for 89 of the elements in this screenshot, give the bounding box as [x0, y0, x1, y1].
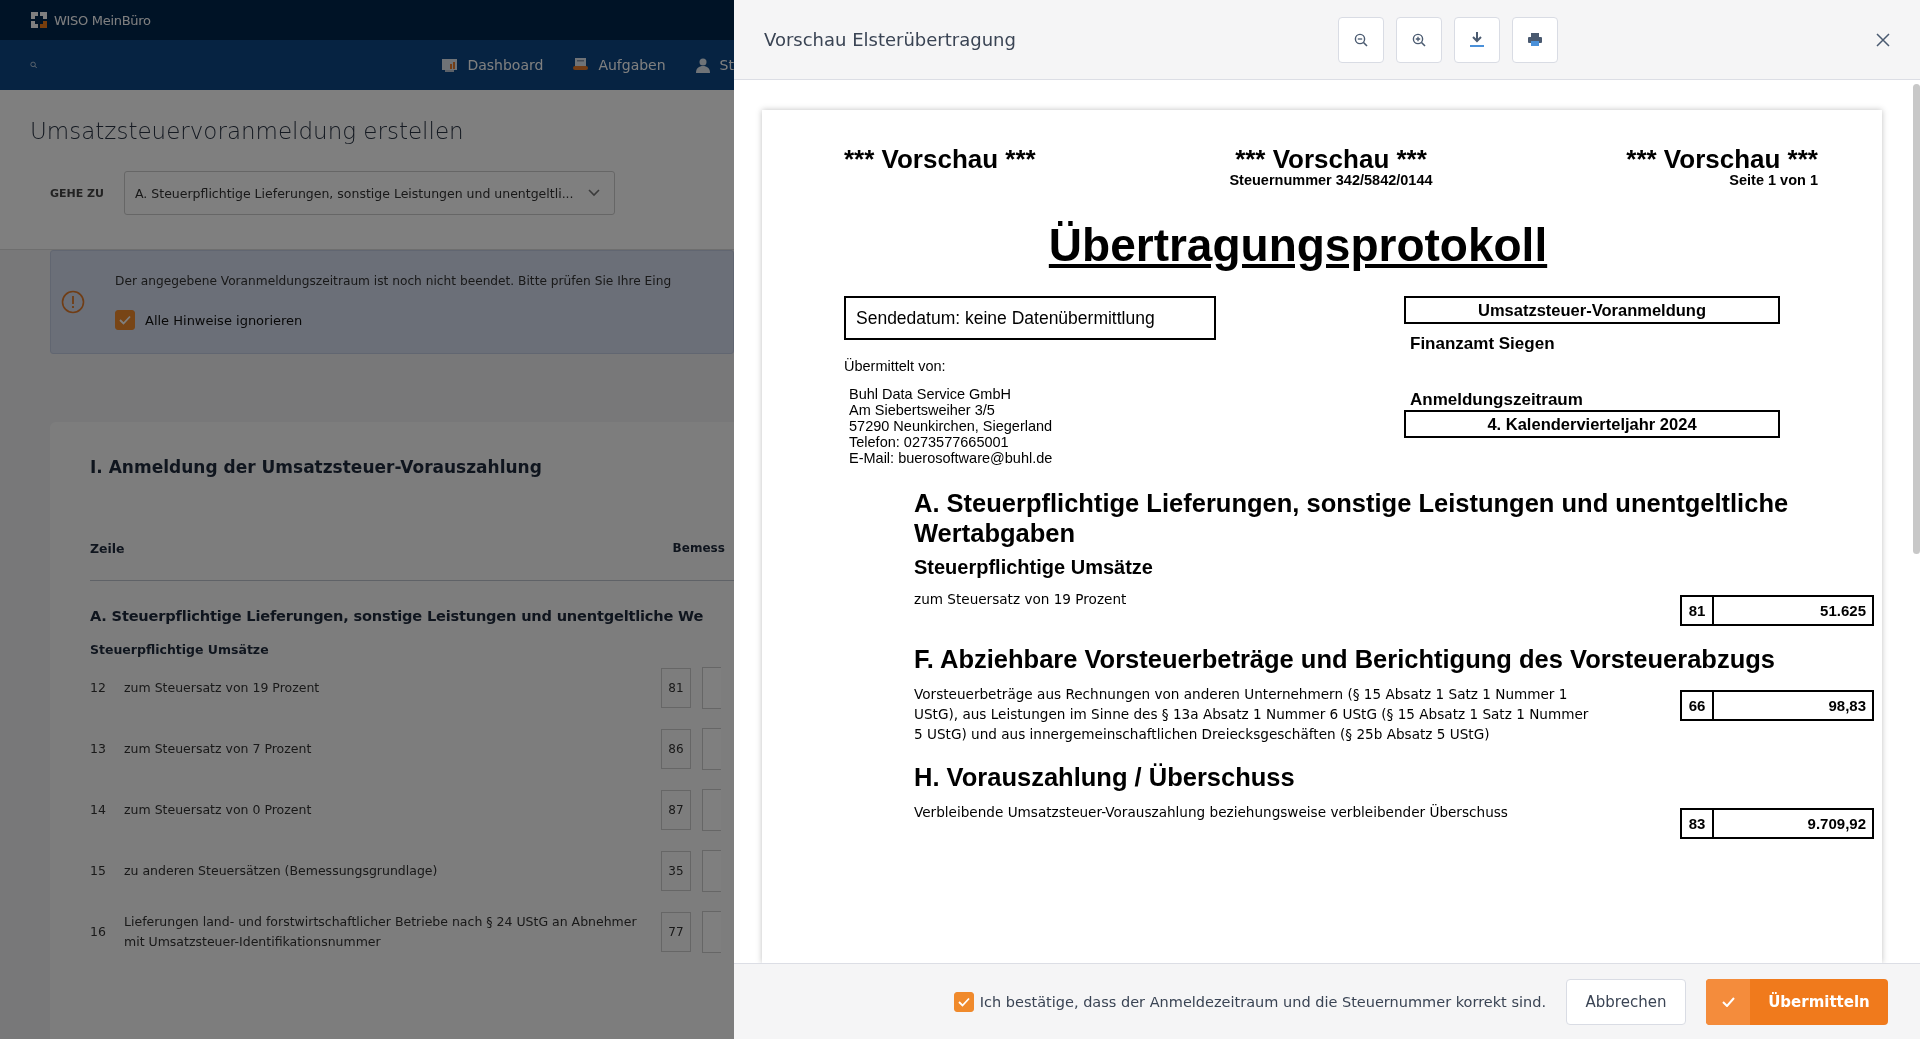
- nav-item[interactable]: Dashboard: [442, 57, 544, 73]
- sender-line: 57290 Neunkirchen, Siegerland: [849, 418, 1054, 434]
- confirm-checkbox[interactable]: [953, 991, 974, 1012]
- drawer-title: Vorschau Elsterübertragung: [764, 29, 1017, 50]
- submit-button[interactable]: Übermitteln: [1706, 978, 1888, 1025]
- line-number: 16: [90, 924, 107, 939]
- checkmark-icon: [119, 315, 131, 325]
- page-title: Umsatzsteuervoranmeldung erstellen: [30, 117, 465, 144]
- subsection-heading: Steuerpflichtige Umsätze: [914, 556, 1154, 579]
- cancel-button[interactable]: Abbrechen: [1566, 978, 1686, 1025]
- column-header: Zeile: [90, 541, 125, 556]
- download-button[interactable]: [1454, 16, 1500, 63]
- ignore-label[interactable]: Alle Hinweise ignorieren: [145, 312, 303, 328]
- line-number: 14: [90, 802, 107, 817]
- close-icon[interactable]: [1876, 32, 1890, 47]
- document-title: Übertragungsprotokoll: [1047, 218, 1549, 272]
- line-number: 12: [90, 680, 107, 695]
- section-heading: F. Abziehbare Vorsteuerbeträge und Berichtigung des Vorsteuerabzugs: [914, 644, 1777, 674]
- section-heading: A. Steuerpflichtige Lieferungen, sonstige Leistungen und unentgeltliche Wertabgaben: [914, 488, 1790, 548]
- zoom-in-button[interactable]: [1396, 16, 1442, 63]
- item-description: Verbleibende Umsatzsteuer-Vorauszahlung beziehungsweise verbleibender Überschuss: [914, 803, 1509, 822]
- amount-cell-text: 51.625: [1819, 601, 1867, 621]
- amount-cell-text: 9.709,92: [1806, 814, 1867, 834]
- line-number: 13: [90, 741, 107, 756]
- item-description: Vorsteuerbeträge aus Rechnungen von anderen Unternehmern (§ 15 Absatz 1 Satz 1 Nummer 1 UStG), aus Leistungen im Sinne des § 13a Absatz 1 Nummer 6 UStG (§ 15 Absatz 1 Satz 1 Nummer 5 UStG) und aus innergemeinschaftlichen Dreiecksgeschäften (§ 25b Absatz 5 UStG): [914, 685, 1590, 744]
- amount-field[interactable]: [702, 910, 721, 953]
- tax-office: Finanzamt Siegen: [1410, 334, 1556, 354]
- code-box: 87: [661, 789, 691, 830]
- amount-field[interactable]: [702, 666, 721, 709]
- checkmark-icon: [957, 996, 970, 1007]
- line-number: 15: [90, 863, 107, 878]
- sender-line: Buhl Data Service GmbH: [849, 386, 1012, 402]
- row-label: zum Steuersatz von 0 Prozent: [124, 800, 313, 819]
- code-box: 81: [661, 667, 691, 708]
- card-heading: I. Anmeldung der Umsatzsteuer-Vorauszahlung: [90, 457, 543, 477]
- column-header: Bemess: [672, 541, 725, 556]
- section-heading: A. Steuerpflichtige Lieferungen, sonstige Leistungen und unentgeltliche We: [90, 607, 705, 624]
- printer-icon: [1528, 33, 1542, 46]
- row-label: Lieferungen land- und forstwirtschaftlicher Betriebe nach § 24 UStG an Abnehmer mit Umsatzsteuer-Identifikationsnummer: [124, 912, 638, 951]
- check-icon: [1721, 996, 1735, 1007]
- code-cell: 81: [1682, 597, 1714, 624]
- notice-message: Der angegebene Voranmeldungszeitraum ist noch nicht beendet. Bitte prüfen Sie Ihre Eing: [115, 274, 672, 288]
- period-label: Anmeldungszeitraum: [1410, 390, 1584, 410]
- form-name: Umsatzsteuer-Voranmeldung: [1404, 296, 1780, 324]
- code-cell: 66: [1682, 692, 1714, 719]
- sender-line: Am Siebertsweiher 3/5: [849, 402, 996, 418]
- period-value: 4. Kalendervierteljahr 2024: [1404, 410, 1780, 438]
- tasks-icon: [573, 57, 589, 73]
- row-label: zum Steuersatz von 19 Prozent: [124, 678, 321, 697]
- row-label: zu anderen Steuersätzen (Bemessungsgrundlage): [124, 861, 439, 880]
- confirm-label[interactable]: Ich bestätige, dass der Anmeldezeitraum und die Steuernummer korrekt sind.: [979, 993, 1546, 1010]
- subsection-heading: Steuerpflichtige Umsätze: [90, 642, 270, 657]
- sender-line: Telefon: 0273577665001: [849, 434, 1010, 450]
- person-icon: [695, 57, 710, 73]
- send-date: Sendedatum: keine Datenübermittlung: [844, 296, 1216, 340]
- preview-marker: *** Vorschau ***: [1626, 146, 1818, 172]
- goto-label: GEHE ZU: [50, 186, 104, 200]
- download-icon: [1470, 32, 1484, 47]
- preview-marker: *** Vorschau ***: [844, 146, 1036, 172]
- code-cell: 83: [1682, 810, 1714, 837]
- code-box: 77: [661, 911, 691, 952]
- section-dropdown[interactable]: A. Steuerpflichtige Lieferungen, sonstige Leistungen und unentgeltli...: [124, 171, 615, 215]
- preview-marker: *** Vorschau ***: [1234, 146, 1428, 172]
- warning-icon: [61, 290, 85, 314]
- page-info: Seite 1 von 1: [1728, 172, 1818, 188]
- code-box: 35: [661, 850, 691, 891]
- section-heading: H. Vorauszahlung / Überschuss: [914, 762, 1296, 792]
- row-label: zum Steuersatz von 7 Prozent: [124, 739, 313, 758]
- ignore-checkbox[interactable]: [115, 310, 135, 330]
- amount-field[interactable]: [702, 849, 721, 892]
- sender-label: Übermittelt von:: [844, 358, 947, 374]
- zoom-out-button[interactable]: [1338, 16, 1384, 63]
- item-description: zum Steuersatz von 19 Prozent: [914, 590, 1128, 609]
- nav-item[interactable]: St: [695, 57, 734, 73]
- logo-icon: [30, 11, 48, 29]
- scrollbar[interactable]: [1913, 84, 1920, 554]
- chevron-down-icon: [587, 189, 600, 197]
- amount-field[interactable]: [702, 727, 721, 770]
- code-box: 86: [661, 728, 691, 769]
- logo-text[interactable]: WISO MeinBüro: [54, 12, 151, 28]
- zoom-in-icon: [1412, 32, 1426, 47]
- amount-field[interactable]: [702, 788, 721, 831]
- tax-number: Steuernummer 342/5842/0144: [1229, 172, 1433, 188]
- zoom-out-icon: [1354, 32, 1368, 47]
- chart-icon: [442, 58, 458, 72]
- amount-cell-text: 98,83: [1827, 696, 1867, 716]
- sender-line: E-Mail: buerosoftware@buhl.de: [849, 450, 1054, 466]
- print-button[interactable]: [1512, 16, 1558, 63]
- nav-item[interactable]: Aufgaben: [573, 57, 666, 73]
